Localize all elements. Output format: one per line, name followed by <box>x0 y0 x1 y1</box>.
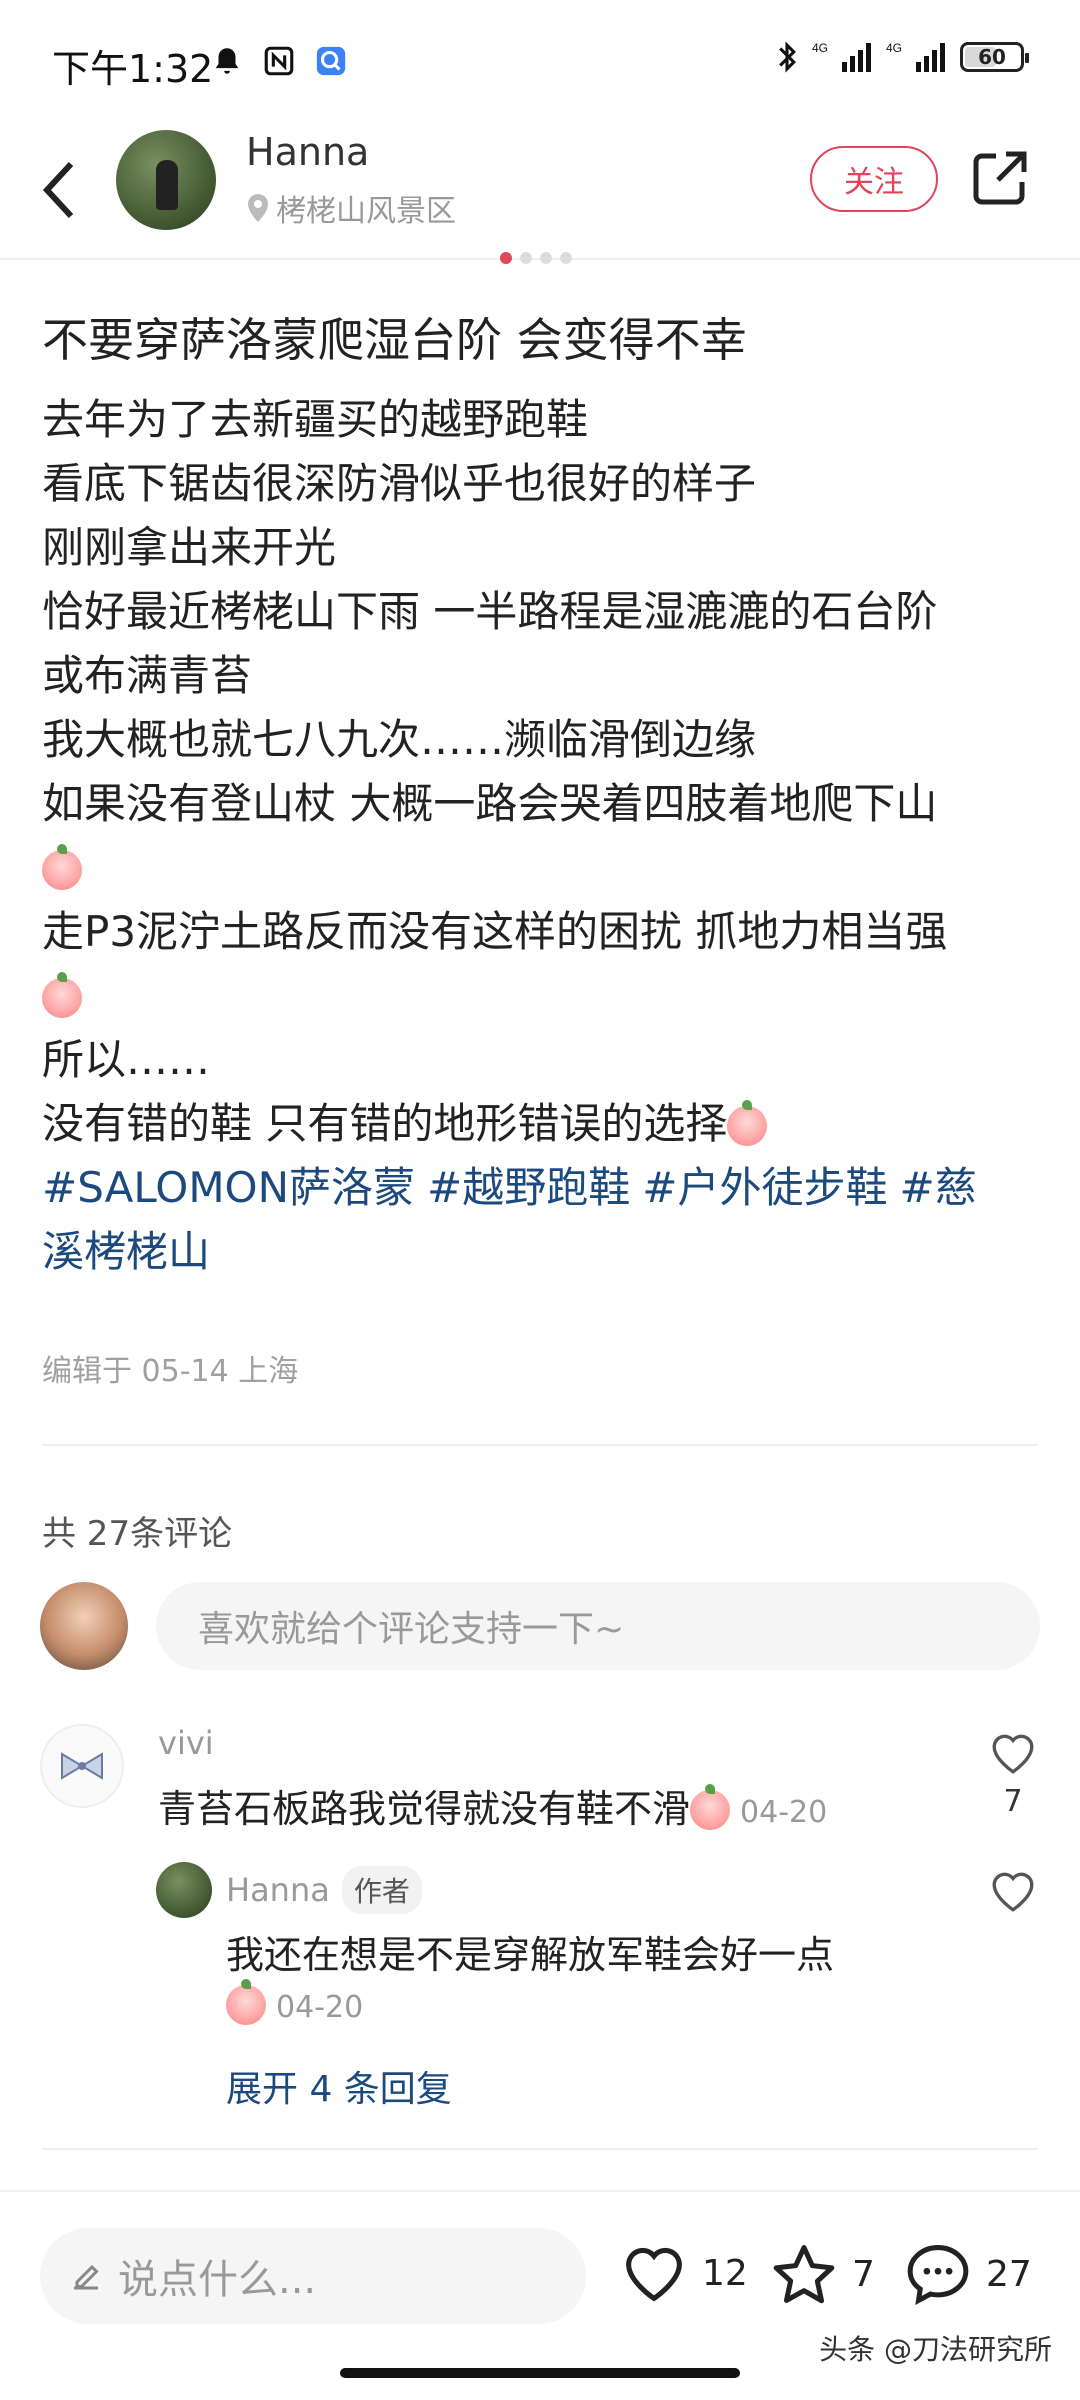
hashtag-link[interactable]: #越野跑鞋 <box>427 1163 630 1212</box>
post-line-with-emoji: 没有错的鞋 只有错的地形错误的选择 <box>42 1092 1042 1156</box>
post-line: 或布满青苔 <box>42 651 253 700</box>
comment-input-row: 喜欢就给个评论支持一下~ <box>40 1582 1040 1672</box>
page-dot <box>520 252 532 264</box>
comments-count: 共 27条评论 <box>42 1514 233 1554</box>
reply-author-name[interactable]: Hanna <box>226 1871 330 1909</box>
like-button[interactable]: 12 <box>620 2242 748 2304</box>
chevron-left-icon <box>42 161 74 219</box>
network-type-label: 4G <box>812 41 828 55</box>
post-title: 不要穿萨洛蒙爬湿台阶 会变得不幸 <box>42 313 747 367</box>
heart-icon <box>992 1872 1034 1912</box>
bow-icon <box>61 1752 103 1780</box>
commenter-name[interactable]: vivi <box>158 1724 214 1762</box>
page-dot <box>500 252 512 264</box>
bottom-action-bar: 说点什么... 12 7 27 <box>0 2190 1080 2330</box>
comment-item: vivi 青苔石板路我觉得就没有鞋不滑 04-20 7 <box>40 1724 1040 1864</box>
status-right-icons: 4G 4G 60 <box>776 40 1029 74</box>
like-count: 12 <box>702 2252 748 2294</box>
edit-info: 编辑于 05-14 上海 <box>42 1354 299 1389</box>
reply-item: Hanna 作者 我还在想是不是穿解放军鞋会好一点 04-20 <box>40 1862 1040 2032</box>
reply-text: 我还在想是不是穿解放军鞋会好一点 <box>226 1933 835 1977</box>
favorite-count: 7 <box>852 2253 875 2295</box>
star-icon <box>773 2245 835 2304</box>
comment-date: 04-20 <box>740 1795 828 1830</box>
hashtag-link[interactable]: #户外徒步鞋 <box>642 1163 887 1212</box>
location-pin-icon <box>248 194 268 222</box>
commenter-avatar[interactable] <box>40 1724 124 1808</box>
bell-icon <box>215 48 239 74</box>
author-avatar[interactable] <box>116 130 216 230</box>
hashtag-link[interactable]: #慈 <box>899 1163 976 1212</box>
crying-emoji-icon <box>690 1784 731 1830</box>
image-pagination <box>500 252 572 264</box>
dizzy-emoji-icon <box>727 1100 768 1146</box>
signal-icon-2: 4G <box>886 41 945 72</box>
battery-level: 60 <box>978 45 1006 69</box>
favorite-button[interactable]: 7 <box>770 2242 875 2306</box>
post-line: 恰好最近栲栳山下雨 一半路程是湿漉漉的石台阶 <box>42 587 938 636</box>
hashtag-link[interactable]: 溪栲栳山 <box>42 1227 210 1276</box>
status-left-icons <box>210 44 348 78</box>
post-emoji-line <box>42 836 1042 900</box>
post-header: Hanna 栲栳山风景区 关注 <box>0 120 1080 260</box>
comment-count: 27 <box>986 2253 1032 2295</box>
location-label: 栲栳山风景区 <box>276 194 456 229</box>
divider <box>42 2148 1038 2150</box>
bluetooth-icon <box>779 41 796 73</box>
heart-icon <box>992 1734 1034 1774</box>
status-bar: 下午1:32 4G 4G 60 <box>0 0 1080 120</box>
comment-button[interactable]: 27 <box>904 2242 1032 2306</box>
wall-emoji-icon <box>42 972 82 1018</box>
post-line: 刚刚拿出来开光 <box>42 523 337 572</box>
post-body: 去年为了去新疆买的越野跑鞋 看底下锯齿很深防滑似乎也很好的样子 刚刚拿出来开光 … <box>42 388 1042 1284</box>
comment-input[interactable]: 喜欢就给个评论支持一下~ <box>156 1582 1040 1670</box>
follow-button[interactable]: 关注 <box>810 146 938 212</box>
status-time: 下午1:32 <box>52 47 214 91</box>
post-emoji-line <box>42 964 1042 1028</box>
comment-text-row: 青苔石板路我觉得就没有鞋不滑 04-20 <box>158 1778 827 1833</box>
post-line: 没有错的鞋 只有错的地形错误的选择 <box>42 1099 728 1148</box>
location-tag[interactable]: 栲栳山风景区 <box>246 186 456 230</box>
app-notification-icon <box>316 46 346 76</box>
crying-emoji-icon <box>42 844 82 890</box>
reply-author-row: Hanna 作者 <box>226 1866 422 1914</box>
post-line: 去年为了去新疆买的越野跑鞋 <box>42 395 589 444</box>
heart-icon <box>626 2247 682 2302</box>
hashtag-link[interactable]: #SALOMON萨洛蒙 <box>42 1163 415 1212</box>
hashtag-row: 溪栲栳山 <box>42 1220 1042 1284</box>
back-button[interactable] <box>34 150 84 230</box>
reply-meta-row: 04-20 <box>226 1979 364 2026</box>
expand-replies-button[interactable]: 展开 4 条回复 <box>226 2060 452 2112</box>
signal-icon: 4G <box>812 41 871 72</box>
post-line: 我大概也就七八九次……濒临滑倒边缘 <box>42 715 757 764</box>
watermark: 头条 @刀法研究所 <box>819 2333 1052 2366</box>
comment-like-count: 7 <box>1003 1784 1023 1819</box>
hashtag-row: #SALOMON萨洛蒙 #越野跑鞋 #户外徒步鞋 #慈 <box>42 1156 1042 1220</box>
comment-text: 青苔石板路我觉得就没有鞋不滑 <box>158 1787 691 1831</box>
say-something-input[interactable]: 说点什么... <box>40 2228 586 2324</box>
reply-like-button[interactable] <box>988 1868 1038 1914</box>
author-name[interactable]: Hanna <box>246 130 369 174</box>
post-line: 走P3泥泞土路反而没有这样的困扰 抓地力相当强 <box>42 907 948 956</box>
post-line: 所以…… <box>42 1035 211 1084</box>
comment-bubble-icon <box>907 2245 969 2305</box>
page-dot <box>560 252 572 264</box>
network-type-label-2: 4G <box>886 41 902 55</box>
divider <box>42 1444 1038 1446</box>
reply-avatar[interactable] <box>156 1862 212 1918</box>
battery-indicator: 60 <box>960 42 1029 72</box>
post-line: 如果没有登山杖 大概一路会哭着四肢着地爬下山 <box>42 779 938 828</box>
home-indicator[interactable] <box>340 2368 740 2378</box>
share-icon[interactable] <box>970 148 1030 208</box>
reply-date: 04-20 <box>276 1990 364 2025</box>
crying-emoji-icon <box>226 1979 266 2025</box>
my-avatar <box>40 1582 128 1670</box>
nfc-icon <box>264 46 294 76</box>
comment-like-button[interactable]: 7 <box>988 1730 1038 1819</box>
pencil-icon <box>74 2264 99 2290</box>
say-placeholder: 说点什么... <box>118 2257 317 2303</box>
page-dot <box>540 252 552 264</box>
post-line: 看底下锯齿很深防滑似乎也很好的样子 <box>42 459 757 508</box>
author-badge: 作者 <box>341 1866 422 1914</box>
